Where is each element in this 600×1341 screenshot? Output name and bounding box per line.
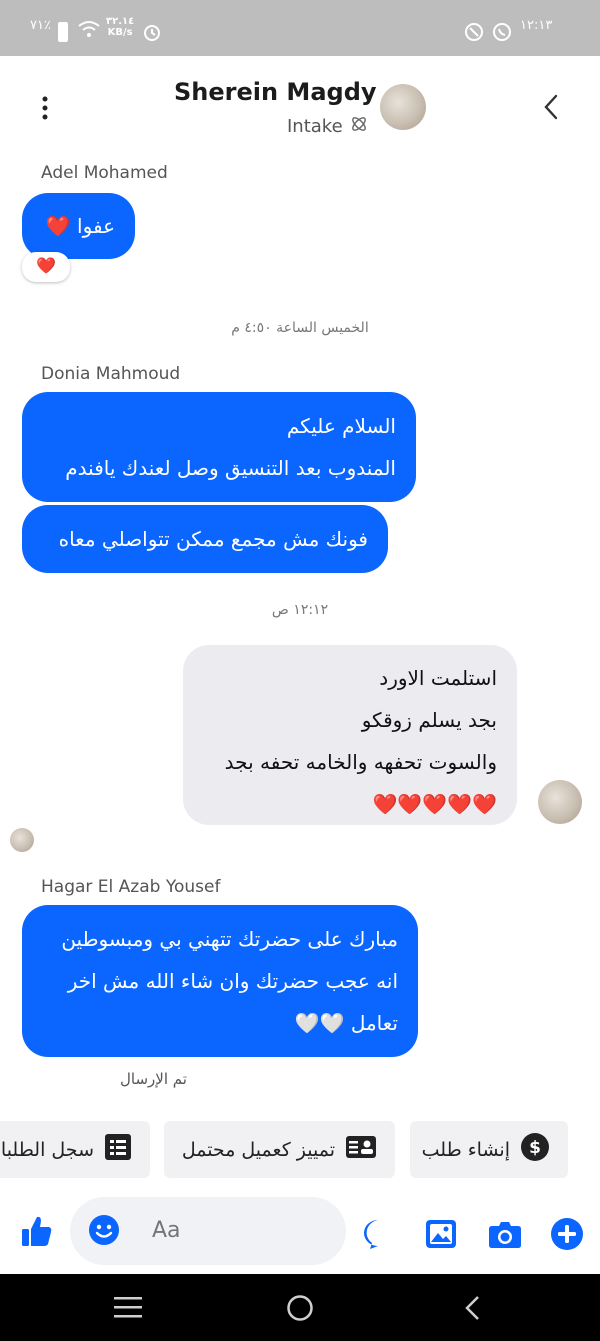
recent-apps-icon[interactable] xyxy=(114,1296,142,1322)
message-line: المندوب بعد التنسيق وصل لعندك يافندم xyxy=(65,456,396,480)
emoji-icon[interactable] xyxy=(88,1214,120,1250)
more-chat-icon[interactable] xyxy=(362,1218,394,1254)
message-line: استلمت الاورد xyxy=(379,666,497,690)
message-bubble[interactable]: السلام عليكم المندوب بعد التنسيق وصل لعن… xyxy=(22,392,416,502)
battery-icon xyxy=(58,22,68,42)
timestamp: ١٢:١٢ ص xyxy=(271,602,329,618)
gallery-icon[interactable] xyxy=(425,1219,457,1253)
mark-lead-chip[interactable]: تمييز كعميل محتمل xyxy=(164,1121,395,1178)
sender-name: Adel Mohamed xyxy=(41,163,168,183)
sent-status: تم الإرسال xyxy=(120,1070,187,1088)
chip-label: تمييز كعميل محتمل xyxy=(181,1138,335,1161)
message-line: انه عجب حضرتك وان شاء الله مش اخر xyxy=(67,969,398,993)
contact-name: Sherein Magdy xyxy=(174,78,377,106)
sender-name: Donia Mahmoud xyxy=(41,364,181,384)
message-bubble[interactable]: عفوا ❤️ xyxy=(22,193,135,259)
heart-reaction[interactable]: ❤️ xyxy=(22,252,70,282)
data-saver-icon xyxy=(464,22,484,46)
system-nav-bar xyxy=(0,1274,600,1341)
more-options-icon[interactable] xyxy=(42,96,48,120)
alarm-icon xyxy=(142,22,162,46)
chip-label: سجل الطلبا xyxy=(0,1138,94,1161)
message-bubble[interactable]: مبارك على حضرتك تتهني بي ومبسوطين انه عج… xyxy=(22,905,418,1057)
back-arrow-icon[interactable] xyxy=(543,94,559,124)
contact-subtitle: Intake xyxy=(287,114,369,138)
svg-text:$: $ xyxy=(529,1138,541,1158)
clock: ١٢:١٣ xyxy=(520,18,553,33)
contact-card-icon xyxy=(345,1135,377,1164)
whatsapp-icon xyxy=(492,22,512,46)
message-line: مبارك على حضرتك تتهني بي ومبسوطين xyxy=(61,927,398,951)
sender-avatar xyxy=(538,780,582,824)
message-composer[interactable] xyxy=(70,1197,346,1265)
outgoing-message-bubble[interactable]: استلمت الاورد بجد يسلم زوقكو والسوت تحفه… xyxy=(183,645,517,825)
battery-percent: ٧١٪ xyxy=(30,18,51,33)
message-line: والسوت تحفهه والخامه تحفه بجد xyxy=(224,750,497,774)
list-icon xyxy=(104,1133,132,1166)
contact-avatar[interactable] xyxy=(380,84,426,130)
home-icon[interactable] xyxy=(286,1294,314,1326)
message-line: تعامل 🤍🤍 xyxy=(294,1011,398,1035)
chat-header: Sherein Magdy Intake xyxy=(0,56,600,156)
chip-label: إنشاء طلب xyxy=(421,1138,510,1161)
message-line: ❤️❤️❤️❤️❤️ xyxy=(372,792,497,816)
sender-name: Hagar El Azab Yousef xyxy=(41,877,221,897)
subtitle-label: Intake xyxy=(287,115,343,137)
dollar-icon: $ xyxy=(520,1132,550,1167)
status-bar: ٧١٪ ٣٢.١٤ KB/s ١٢:١٣ xyxy=(0,0,600,56)
message-line: السلام عليكم xyxy=(286,414,396,438)
orders-log-chip[interactable]: سجل الطلبا xyxy=(0,1121,150,1178)
camera-icon[interactable] xyxy=(488,1219,522,1253)
timestamp: الخميس الساعة ٤:٥٠ م xyxy=(231,320,369,336)
network-speed: ٣٢.١٤ KB/s xyxy=(106,16,135,38)
message-input[interactable] xyxy=(150,1209,334,1251)
create-order-chip[interactable]: $ إنشاء طلب xyxy=(410,1121,568,1178)
atom-icon xyxy=(349,114,369,138)
seen-by-avatar xyxy=(10,828,34,852)
back-icon[interactable] xyxy=(464,1295,480,1325)
add-icon[interactable] xyxy=(550,1217,584,1255)
wifi-icon xyxy=(78,20,100,42)
message-bubble[interactable]: فونك مش مجمع ممكن تتواصلي معاه xyxy=(22,505,388,573)
like-icon[interactable] xyxy=(20,1214,54,1252)
message-line: بجد يسلم زوقكو xyxy=(361,708,497,732)
